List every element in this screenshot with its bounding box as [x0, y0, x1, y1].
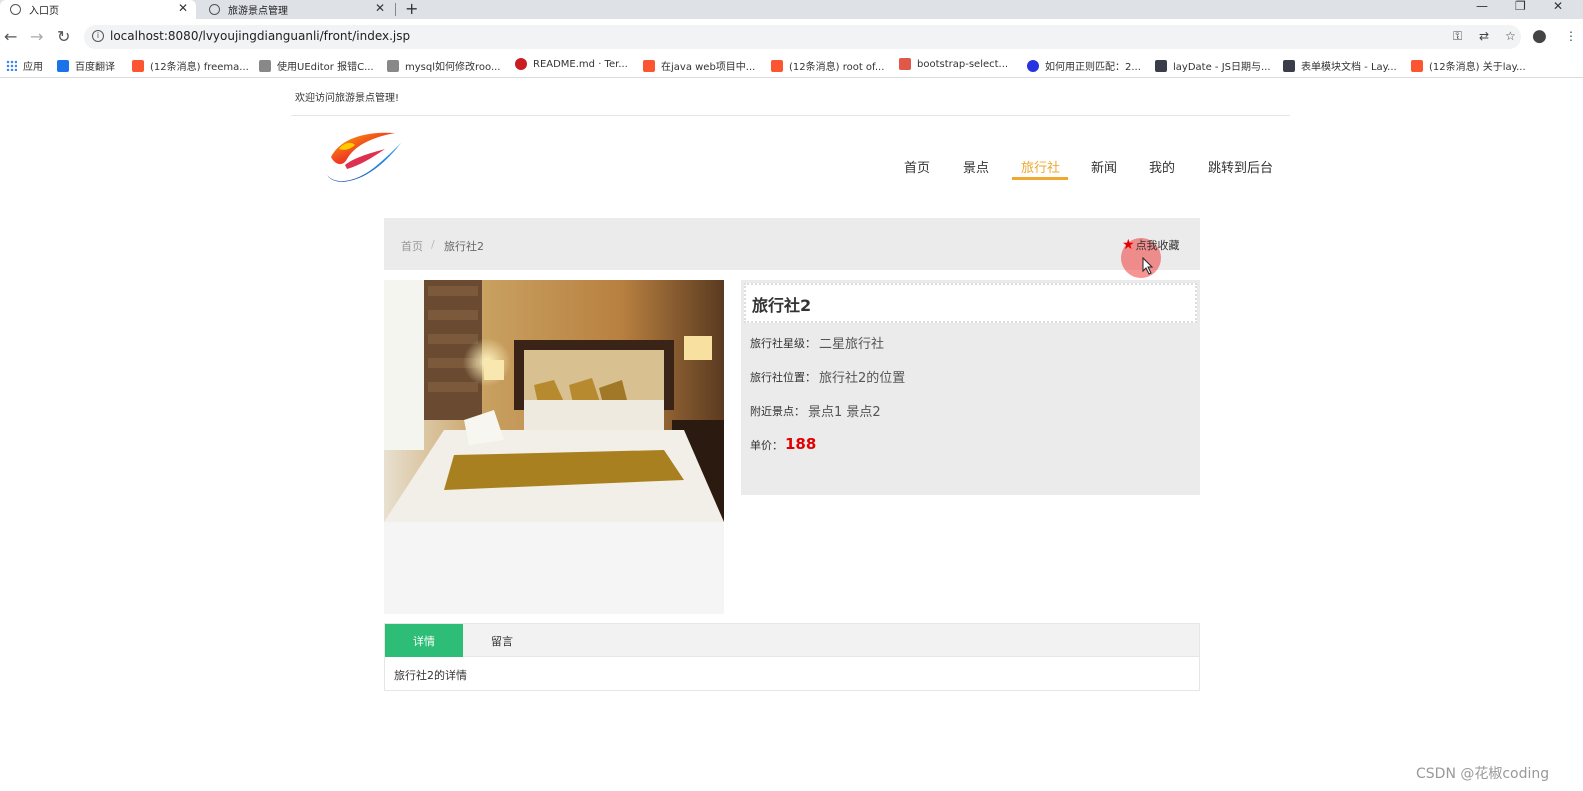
close-icon[interactable]: ✕ [178, 1, 188, 15]
favorite-button[interactable]: ★ 点我收藏 [1122, 237, 1180, 253]
bookmark-label: 使用UEditor 报错C... [277, 62, 374, 73]
bookmark-item[interactable]: README.md · Ter... [515, 58, 628, 70]
bookmark-item[interactable]: 百度翻译 [57, 58, 115, 73]
layui-icon [1283, 59, 1295, 72]
welcome-text: 欢迎访问旅游景点管理! [295, 93, 400, 104]
tab-detail[interactable]: 详情 [385, 624, 463, 657]
nav-news[interactable]: 新闻 [1091, 157, 1117, 176]
nearby-label: 附近景点： [750, 405, 805, 418]
bookmark-label: mysql如何修改roo... [405, 62, 501, 73]
hotel-room-photo [384, 280, 724, 522]
page-title: 旅行社2 [752, 296, 812, 315]
bookmark-label: (12条消息) root of... [789, 62, 885, 73]
translate-site-icon [57, 59, 69, 72]
globe-icon [10, 4, 21, 15]
bookmark-label: (12条消息) freema... [150, 62, 249, 73]
bookmark-item[interactable]: 如何用正则匹配：2... [1027, 58, 1141, 73]
csdn-icon [771, 59, 783, 72]
tab-content-text: 旅行社2的详情 [394, 669, 467, 682]
forward-icon[interactable]: → [30, 27, 43, 46]
bookmark-star-icon[interactable]: ☆ [1505, 29, 1516, 43]
nav-mine[interactable]: 我的 [1149, 157, 1175, 176]
reload-icon[interactable]: ↻ [57, 27, 70, 46]
csdn-icon [643, 59, 655, 72]
url-input[interactable]: i localhost:8080/lvyoujingdianguanli/fro… [84, 25, 1521, 49]
tab-title: 入口页 [29, 6, 59, 17]
bookmark-item[interactable]: (12条消息) 关于lay... [1411, 58, 1526, 73]
bookmark-item[interactable]: 表单模块文档 - Lay... [1283, 58, 1397, 73]
price-value: 188 [785, 435, 817, 453]
title-box [744, 283, 1197, 323]
bookmark-label: README.md · Ter... [533, 58, 628, 70]
baidu-icon [1027, 59, 1039, 72]
price-label: 单价： [750, 439, 783, 452]
bookmark-item[interactable]: (12条消息) root of... [771, 58, 884, 73]
nav-active-underline [1012, 177, 1068, 180]
bookmark-label: 如何用正则匹配：2... [1045, 62, 1141, 73]
bookmark-item[interactable]: 使用UEditor 报错C... [259, 58, 374, 73]
mouse-cursor-icon [1142, 257, 1154, 275]
site-icon [387, 59, 399, 72]
star-icon: ★ [1122, 237, 1135, 253]
header-divider [291, 115, 1290, 116]
watermark: CSDN @花椒coding [1416, 766, 1550, 782]
new-tab-icon[interactable]: + [405, 0, 418, 18]
tab-message[interactable]: 留言 [463, 624, 541, 657]
bookmark-item[interactable]: layDate - JS日期与... [1155, 58, 1271, 73]
nav-travel-agency[interactable]: 旅行社 [1021, 157, 1060, 176]
close-icon[interactable]: ✕ [375, 1, 385, 15]
site-logo[interactable] [325, 127, 403, 189]
site-icon [259, 59, 271, 72]
info-icon[interactable]: i [92, 30, 104, 42]
bookmark-label: 表单模块文档 - Lay... [1301, 62, 1397, 73]
bookmark-label: 在java web项目中... [661, 62, 756, 73]
site-icon [209, 4, 220, 15]
nav-admin[interactable]: 跳转到后台 [1208, 157, 1273, 176]
url-text: localhost:8080/lvyoujingdianguanli/front… [110, 29, 411, 43]
star-rating-value: 二星旅行社 [819, 337, 885, 352]
csdn-icon [132, 59, 144, 72]
key-icon[interactable]: ⚿ [1453, 29, 1462, 44]
menu-icon[interactable]: ⋮ [1565, 29, 1577, 43]
tab-title: 旅游景点管理 [228, 6, 288, 17]
bookmark-item[interactable]: bootstrap-select... [899, 58, 1008, 70]
bookmark-item[interactable]: mysql如何修改roo... [387, 58, 500, 73]
bookmark-label: (12条消息) 关于lay... [1429, 62, 1526, 73]
nav-home[interactable]: 首页 [904, 157, 930, 176]
bookmark-item[interactable]: 在java web项目中... [643, 58, 755, 73]
star-rating-label: 旅行社星级： [750, 337, 816, 350]
breadcrumb-home[interactable]: 首页 [401, 238, 423, 254]
breadcrumb-current: 旅行社2 [444, 240, 484, 253]
bookmark-label: 百度翻译 [75, 62, 115, 73]
translate-icon[interactable]: ⇄ [1479, 29, 1489, 43]
bookmark-label: 应用 [23, 62, 43, 73]
window-close-icon[interactable]: ✕ [1553, 0, 1563, 13]
bookmark-label: bootstrap-select... [917, 58, 1009, 70]
gitee-icon [515, 58, 527, 70]
breadcrumb [384, 218, 1200, 270]
restore-icon[interactable]: ❐ [1515, 0, 1526, 13]
bookmark-apps[interactable]: 应用 [6, 58, 43, 73]
breadcrumb-separator: / [431, 238, 435, 251]
apps-grid-icon [6, 60, 17, 71]
layui-icon [1155, 59, 1167, 72]
csdn-icon [1411, 59, 1423, 72]
tab-divider [395, 3, 396, 16]
bookmark-label: layDate - JS日期与... [1173, 62, 1271, 73]
minimize-icon[interactable]: — [1476, 0, 1488, 13]
browser-tab-inactive[interactable]: 旅游景点管理 ✕ [199, 0, 393, 19]
location-label: 旅行社位置： [750, 371, 816, 384]
favorite-label: 点我收藏 [1135, 239, 1180, 252]
nav-attractions[interactable]: 景点 [963, 157, 989, 176]
bookmark-item[interactable]: (12条消息) freema... [132, 58, 249, 73]
browser-tab-bar: 入口页 ✕ 旅游景点管理 ✕ + — ❐ ✕ [0, 0, 1583, 19]
jianshu-icon [899, 58, 911, 70]
location-value: 旅行社2的位置 [819, 371, 906, 386]
nearby-value: 景点1 景点2 [808, 405, 881, 420]
back-icon[interactable]: ← [4, 27, 17, 46]
browser-tab-active[interactable]: 入口页 ✕ [0, 0, 196, 19]
profile-icon[interactable]: ● [1532, 26, 1547, 46]
